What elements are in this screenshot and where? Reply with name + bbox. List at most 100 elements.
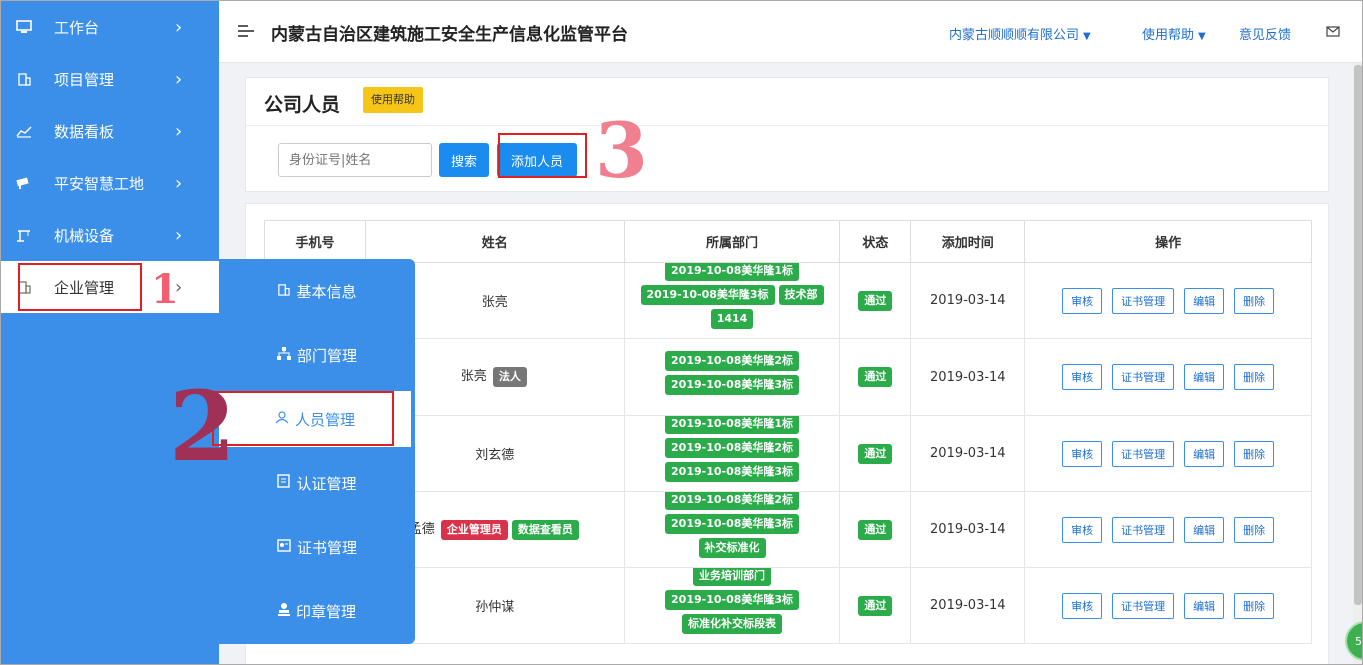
- col-department: 所属部门: [623, 220, 841, 263]
- annotation-box-1: [18, 263, 142, 311]
- review-button[interactable]: 审核: [1062, 287, 1103, 314]
- delete-button[interactable]: 删除: [1234, 516, 1275, 543]
- date-cell: 2019-03-14: [910, 415, 1026, 492]
- person-name: 张亮: [460, 369, 487, 384]
- stamp-icon: [277, 602, 290, 620]
- department-tag: 补交标准化: [698, 537, 766, 558]
- submenu-item-seals[interactable]: 印章管理: [219, 583, 415, 639]
- cert-manage-button[interactable]: 证书管理: [1112, 440, 1175, 467]
- status-badge: 通过: [858, 290, 893, 311]
- table-row: 1 张亮 2019-10-08美华隆1标 2019-10-08美华隆3标技术部 …: [264, 262, 1312, 339]
- submenu-item-label: 部门管理: [296, 346, 357, 365]
- role-badge: 企业管理员: [440, 519, 508, 540]
- review-button[interactable]: 审核: [1062, 440, 1103, 467]
- edit-button[interactable]: 编辑: [1184, 364, 1225, 390]
- sidebar-item-label: 机械设备: [54, 226, 115, 245]
- role-badge: 法人: [492, 367, 527, 387]
- department-cell: 2019-10-08美华隆1标 2019-10-08美华隆3标 技术部 1414: [623, 262, 841, 339]
- edit-button[interactable]: 编辑: [1184, 516, 1225, 543]
- sidebar-item-label: 平安智慧工地: [54, 174, 145, 193]
- crane-icon: [15, 226, 33, 244]
- department-tag: 2019-10-08美华隆3标: [665, 375, 800, 395]
- feedback-link[interactable]: 意见反馈: [1239, 24, 1291, 43]
- actions-cell: 审核 证书管理 编辑 删除: [1024, 415, 1312, 492]
- status-cell: 通过: [839, 262, 912, 339]
- submenu-item-label: 印章管理: [295, 602, 356, 621]
- toolbar-panel: 公司人员 使用帮助 搜索 添加人员: [245, 77, 1329, 192]
- building-icon: [277, 283, 291, 300]
- floating-widget-button[interactable]: 52: [1345, 621, 1362, 661]
- caret-down-icon: ▼: [1083, 31, 1091, 42]
- submenu-item-certification[interactable]: 认证管理: [219, 455, 415, 511]
- cert-manage-button[interactable]: 证书管理: [1112, 516, 1175, 543]
- menu-toggle-icon[interactable]: [237, 23, 255, 42]
- chevron-right-icon: ›: [175, 172, 183, 194]
- status-cell: 通过: [839, 338, 912, 416]
- department-tag: 2019-10-08美华隆1标: [665, 416, 800, 434]
- department-tag: 标准化补交标段表: [682, 613, 783, 634]
- edit-button[interactable]: 编辑: [1184, 287, 1225, 314]
- department-tag: 2019-10-08美华隆2标: [665, 437, 800, 458]
- status-cell: 通过: [839, 491, 912, 568]
- staff-table: 手机号 姓名 所属部门 状态 添加时间 操作 1 张亮 2019-10-08美华…: [264, 220, 1312, 644]
- col-name: 姓名: [364, 220, 625, 263]
- actions-cell: 审核 证书管理 编辑 删除: [1024, 338, 1312, 416]
- role-badge: 数据查看员: [511, 519, 579, 540]
- search-button[interactable]: 搜索: [439, 143, 489, 177]
- actions-cell: 审核 证书管理 编辑 删除: [1024, 262, 1312, 339]
- actions-cell: 审核 证书管理 编辑 删除: [1024, 491, 1312, 568]
- cert-manage-button[interactable]: 证书管理: [1112, 364, 1175, 390]
- submenu-item-label: 认证管理: [296, 474, 357, 493]
- cert-manage-button[interactable]: 证书管理: [1112, 287, 1175, 314]
- col-status: 状态: [839, 220, 912, 263]
- review-button[interactable]: 审核: [1062, 516, 1103, 543]
- delete-button[interactable]: 删除: [1234, 440, 1275, 467]
- department-cell: 2019-10-08美华隆2标 2019-10-08美华隆3标 补交标准化: [623, 491, 841, 568]
- department-tag: 2019-10-08美华隆3标: [665, 461, 800, 482]
- sidebar-item-equipment[interactable]: 机械设备 ›: [1, 209, 219, 261]
- department-tag: 1414: [710, 308, 754, 329]
- col-actions: 操作: [1024, 220, 1312, 263]
- submenu-item-departments[interactable]: 部门管理: [219, 327, 415, 383]
- status-cell: 通过: [839, 415, 912, 492]
- delete-button[interactable]: 删除: [1234, 364, 1275, 390]
- delete-button[interactable]: 删除: [1234, 287, 1275, 314]
- submenu-item-basic-info[interactable]: 基本信息: [219, 263, 415, 319]
- review-button[interactable]: 审核: [1062, 592, 1103, 619]
- cert-manage-button[interactable]: 证书管理: [1112, 592, 1175, 619]
- help-badge[interactable]: 使用帮助: [363, 87, 423, 113]
- sidebar-item-smart-site[interactable]: 平安智慧工地 ›: [1, 157, 219, 209]
- company-dropdown[interactable]: 内蒙古顺顺顺有限公司 ▼: [949, 24, 1091, 43]
- table-row: 15533333333 孙仲谋 业务培训部门 2019-10-08美华隆3标 标…: [264, 567, 1312, 644]
- submenu-item-certificates[interactable]: 证书管理: [219, 519, 415, 575]
- edit-button[interactable]: 编辑: [1184, 440, 1225, 467]
- submenu-item-label: 基本信息: [296, 282, 357, 301]
- department-tag: 2019-10-08美华隆2标: [665, 492, 800, 510]
- edit-button[interactable]: 编辑: [1184, 592, 1225, 619]
- department-tag: 2019-10-08美华隆2标: [665, 351, 800, 371]
- table-header-row: 手机号 姓名 所属部门 状态 添加时间 操作: [264, 220, 1312, 263]
- delete-button[interactable]: 删除: [1234, 592, 1275, 619]
- status-badge: 通过: [858, 443, 893, 464]
- sidebar-item-label: 工作台: [54, 18, 100, 37]
- mail-icon[interactable]: [1326, 23, 1340, 41]
- department-tag: 2019-10-08美华隆1标: [665, 263, 800, 281]
- department-tag: 2019-10-08美华隆3标: [665, 589, 800, 610]
- col-phone: 手机号: [264, 220, 366, 263]
- chevron-right-icon: ›: [175, 68, 183, 90]
- scrollbar-thumb[interactable]: [1354, 65, 1362, 605]
- person-name: 张亮: [481, 295, 508, 310]
- sidebar-item-projects[interactable]: 项目管理 ›: [1, 53, 219, 105]
- review-button[interactable]: 审核: [1062, 364, 1103, 390]
- monitor-icon: [15, 18, 33, 36]
- sitemap-icon: [276, 346, 291, 364]
- date-cell: 2019-03-14: [910, 567, 1026, 644]
- table-row: 15522222222 孟德 企业管理员数据查看员 2019-10-08美华隆2…: [264, 491, 1312, 568]
- help-dropdown[interactable]: 使用帮助 ▼: [1142, 24, 1206, 43]
- sidebar-item-dashboard[interactable]: 数据看板 ›: [1, 105, 219, 157]
- annotation-number-1: 1: [151, 266, 179, 313]
- sidebar-item-workbench[interactable]: 工作台 ›: [1, 1, 219, 53]
- sidebar: 工作台 › 项目管理 › 数据看板 › 平安智慧工地 › 机械设备 › 企业管理…: [1, 1, 219, 664]
- search-input[interactable]: [278, 143, 432, 177]
- vertical-scrollbar[interactable]: [1353, 63, 1362, 664]
